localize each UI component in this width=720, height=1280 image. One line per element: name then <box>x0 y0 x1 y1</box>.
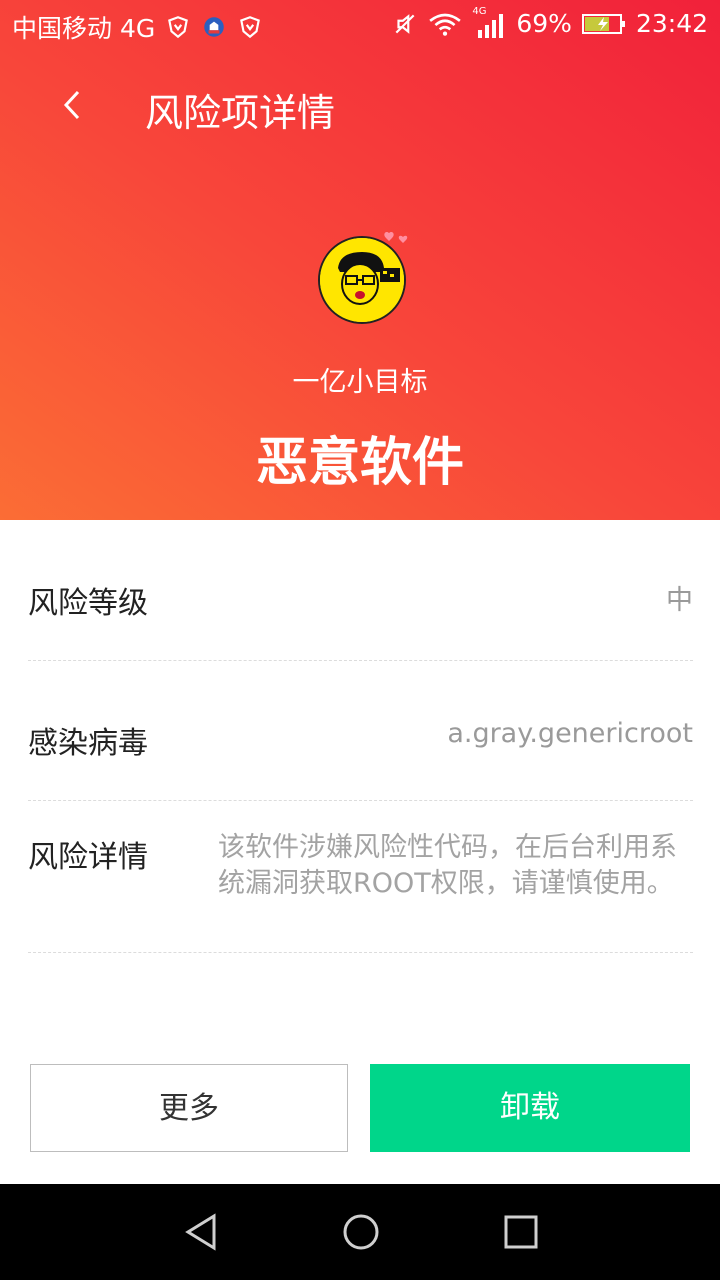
wifi-icon <box>429 13 462 36</box>
recents-square-icon[interactable] <box>501 1212 541 1252</box>
cellular-signal: 4G <box>472 6 506 38</box>
carrier-text: 中国移动 4G <box>12 14 156 43</box>
header-banner: 中国移动 4G 4G 69% 23:42 风险项详情 一亿小目标 恶意软件 <box>0 0 720 520</box>
security-badge-icon <box>204 17 224 37</box>
shield-icon <box>168 16 189 39</box>
virus-row: 感染病毒 a.gray.genericroot <box>28 660 693 801</box>
battery-charging-icon <box>581 13 625 34</box>
hearts-icon <box>384 231 408 243</box>
risk-detail-label: 风险详情 <box>28 840 148 875</box>
status-bar: 中国移动 4G 4G 69% 23:42 <box>0 0 720 50</box>
risk-detail-text: 该软件涉嫌风险性代码，在后台利用系统漏洞获取ROOT权限，请谨慎使用。 <box>218 832 677 899</box>
risk-level-row: 风险等级 中 <box>28 540 693 661</box>
title-bar: 风险项详情 <box>0 62 720 152</box>
back-arrow-icon[interactable] <box>52 80 92 130</box>
home-circle-icon[interactable] <box>341 1212 381 1252</box>
uninstall-button[interactable]: 卸载 <box>370 1064 690 1152</box>
navigation-bar <box>0 1184 720 1280</box>
back-triangle-icon[interactable] <box>182 1212 222 1252</box>
risk-level-value: 中 <box>666 585 693 616</box>
shield-icon <box>240 16 261 39</box>
risk-level-label: 风险等级 <box>28 586 148 621</box>
virus-name: a.gray.genericroot <box>447 718 693 749</box>
signal-icon <box>478 13 504 38</box>
risk-detail-row: 风险详情 该软件涉嫌风险性代码，在后台利用系统漏洞获取ROOT权限，请谨慎使用。 <box>28 830 693 953</box>
risk-type: 恶意软件 <box>255 433 464 493</box>
clock: 23:42 <box>635 9 708 38</box>
mute-icon <box>395 13 415 34</box>
app-name: 一亿小目标 <box>292 367 428 398</box>
more-button[interactable]: 更多 <box>30 1064 348 1152</box>
page-title: 风险项详情 <box>145 91 336 135</box>
battery-percent: 69% <box>516 9 572 38</box>
virus-label: 感染病毒 <box>28 726 148 761</box>
